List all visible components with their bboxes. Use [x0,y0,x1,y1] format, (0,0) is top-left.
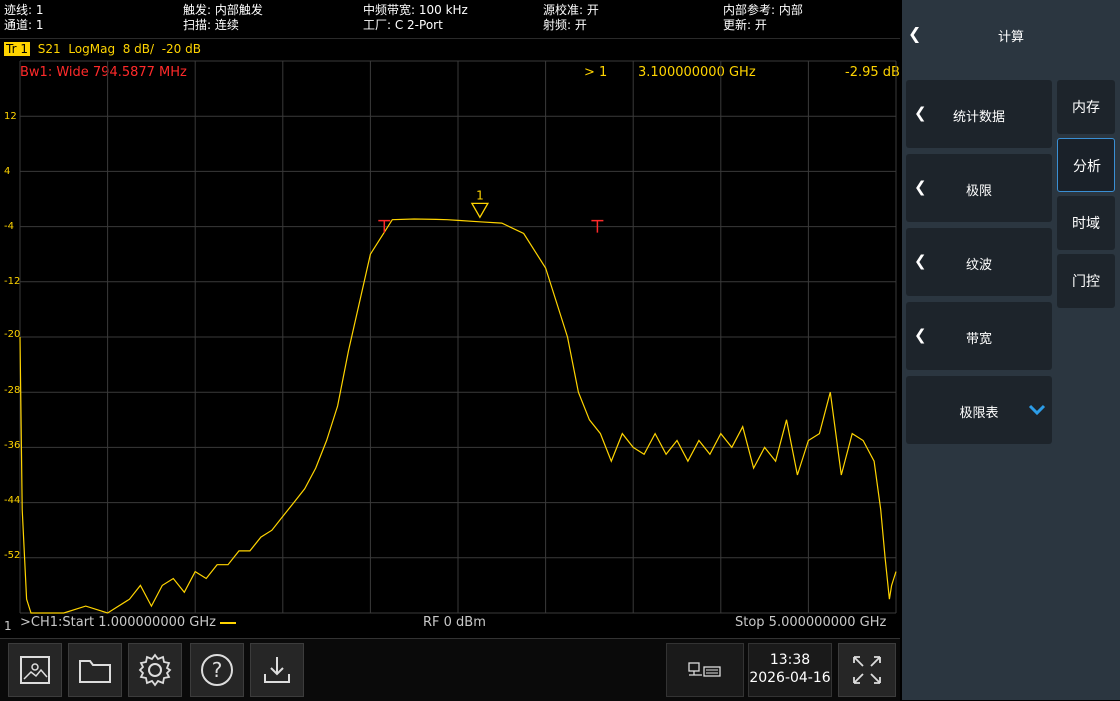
clock-time: 13:38 [769,652,811,668]
file-button[interactable] [68,643,122,697]
y-tick-label: -52 [4,550,21,561]
menu-label: 统计数据 [952,110,1005,125]
tab-label: 分析 [1073,159,1101,175]
tab-label: 内存 [1072,100,1100,116]
expand-icon [853,656,881,684]
y-tick-label: 12 [4,111,17,122]
menu-statistics[interactable]: ❮ 统计数据 [906,80,1052,148]
panel-title: 计算 [997,30,1024,45]
clock: 13:38 2026-04-16 [748,643,832,697]
graticule [19,60,897,614]
rf-power[interactable]: RF 0 dBm [423,615,486,630]
trace-color-indicator [220,621,237,624]
status-rf: 射频: 开 [543,18,587,32]
menu-limit-table[interactable]: 极限表 [906,376,1052,444]
download-icon [264,657,290,683]
tab-memory[interactable]: 内存 [1057,80,1115,134]
menu-bandwidth[interactable]: ❮ 带宽 [906,302,1052,370]
gear-icon [138,653,172,687]
network-status[interactable] [666,643,744,697]
y-tick-label: 4 [4,166,11,177]
y-tick-label: -12 [4,276,21,287]
bottom-toolbar: ? 13:38 2026-04-16 [0,638,900,701]
y-tick-label: -36 [4,440,21,451]
chevron-down-icon [1028,404,1046,416]
screenshot-icon [20,656,50,684]
softkey-panel: ❮ 计算 ❮ 统计数据 ❮ 极限 ❮ 纹波 ❮ 带宽 极限表 内存 分析 时域 … [902,0,1120,700]
menu-limit[interactable]: ❮ 极限 [906,154,1052,222]
measurement-display[interactable]: Tr 1 S21 LogMag 8 dB/ -20 dB Bw1: Wide 7… [0,38,900,636]
status-channel: 通道: 1 [4,18,44,32]
menu-label: 纹波 [965,258,992,273]
screenshot-button[interactable] [8,643,62,697]
menu-label: 带宽 [965,332,992,347]
tab-label: 门控 [1072,274,1100,290]
network-icon [688,662,721,677]
marker-1-symbol [470,202,490,219]
y-tick-label: -28 [4,385,21,396]
status-update: 更新: 开 [723,18,767,32]
stop-frequency[interactable]: Stop 5.000000000 GHz [735,615,886,630]
channel-index: 1 [4,619,12,633]
marker-1-label: 1 [476,188,484,202]
y-tick-label: -4 [4,221,14,232]
tab-gating[interactable]: 门控 [1057,254,1115,308]
save-button[interactable] [250,643,304,697]
y-tick-label: -20 [4,329,21,340]
status-sweep: 扫描: 连续 [183,18,239,32]
tab-label: 时域 [1072,216,1100,232]
menu-ripple[interactable]: ❮ 纹波 [906,228,1052,296]
status-bar: 迹线: 1 通道: 1 触发: 内部触发 扫描: 连续 中频带宽: 100 kH… [0,0,900,38]
help-button[interactable]: ? [190,643,244,697]
fullscreen-button[interactable] [838,643,896,697]
status-cal: 工厂: C 2-Port [363,18,443,32]
y-tick-label: -44 [4,495,21,506]
svg-text:?: ? [212,658,223,682]
tab-time-domain[interactable]: 时域 [1057,196,1115,250]
folder-icon [79,660,111,683]
help-icon: ? [201,654,233,686]
trace-plot[interactable]: 1 [0,39,900,636]
start-frequency-text: >CH1:Start 1.000000000 GHz [20,615,216,630]
clock-date: 2026-04-16 [749,670,831,686]
start-frequency[interactable]: >CH1:Start 1.000000000 GHz [20,615,237,630]
panel-header: ❮ 计算 [902,0,1120,72]
menu-label: 极限 [965,184,992,199]
tab-analysis[interactable]: 分析 [1057,138,1115,192]
settings-button[interactable] [128,643,182,697]
